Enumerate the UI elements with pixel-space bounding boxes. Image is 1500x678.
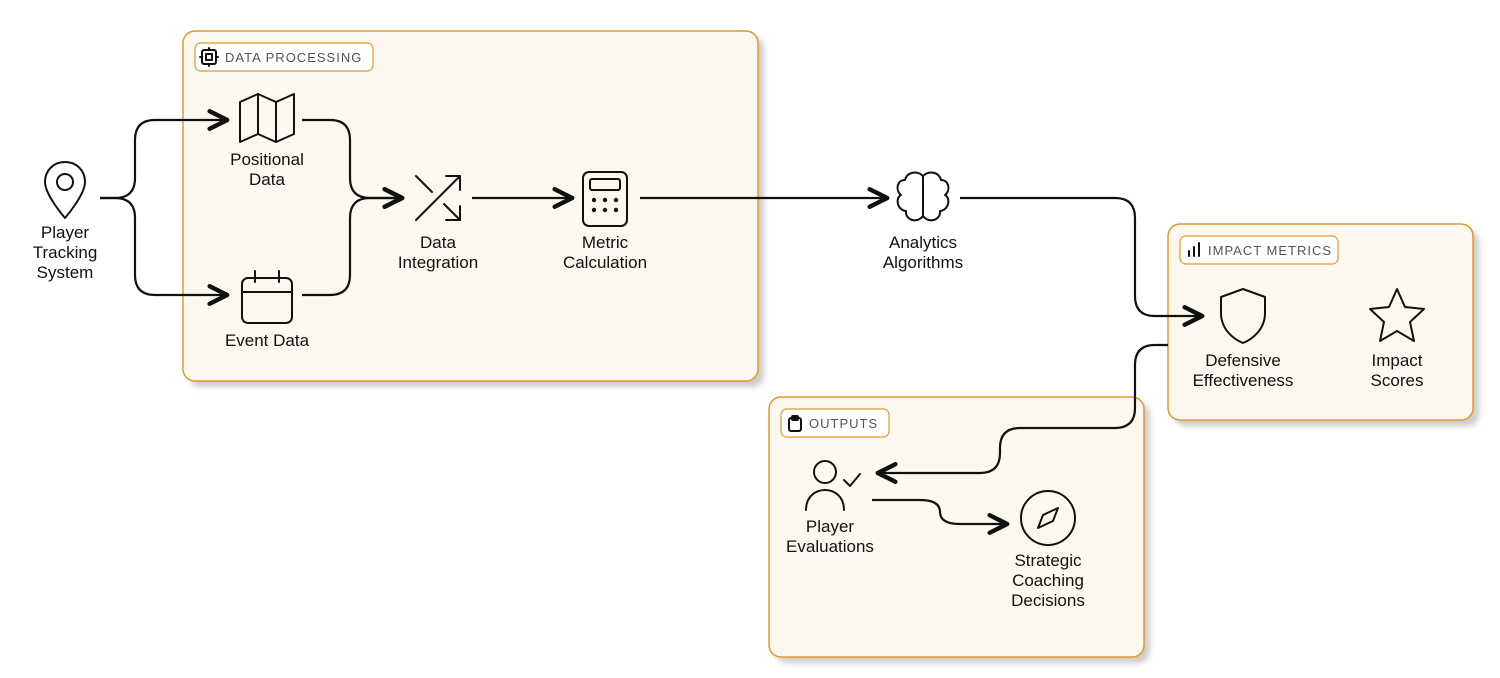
map-pin-icon xyxy=(45,162,85,218)
svg-text:Scores: Scores xyxy=(1371,371,1424,390)
svg-text:Tracking: Tracking xyxy=(33,243,98,262)
group-impact-metrics-title: IMPACT METRICS xyxy=(1208,243,1332,258)
group-data-processing-title: DATA PROCESSING xyxy=(225,50,362,65)
node-player-tracking-system: Player Tracking System xyxy=(33,162,98,282)
svg-text:Calculation: Calculation xyxy=(563,253,647,272)
svg-text:Data: Data xyxy=(420,233,456,252)
svg-text:Impact: Impact xyxy=(1371,351,1422,370)
edge-analytics-to-defensive xyxy=(960,198,1200,316)
group-data-processing xyxy=(183,31,758,381)
svg-text:System: System xyxy=(37,263,94,282)
node-analytics-algorithms: Analytics Algorithms xyxy=(883,173,963,272)
svg-text:Event Data: Event Data xyxy=(225,331,310,350)
svg-text:Effectiveness: Effectiveness xyxy=(1193,371,1294,390)
svg-text:Player: Player xyxy=(41,223,90,242)
svg-text:Coaching: Coaching xyxy=(1012,571,1084,590)
svg-text:Algorithms: Algorithms xyxy=(883,253,963,272)
group-outputs-title: OUTPUTS xyxy=(809,416,878,431)
svg-text:Metric: Metric xyxy=(582,233,629,252)
svg-text:Integration: Integration xyxy=(398,253,478,272)
svg-text:Strategic: Strategic xyxy=(1014,551,1082,570)
svg-text:Decisions: Decisions xyxy=(1011,591,1085,610)
svg-text:Defensive: Defensive xyxy=(1205,351,1281,370)
svg-text:Analytics: Analytics xyxy=(889,233,957,252)
svg-text:Player: Player xyxy=(806,517,855,536)
svg-text:Positional: Positional xyxy=(230,150,304,169)
svg-text:Evaluations: Evaluations xyxy=(786,537,874,556)
svg-text:Data: Data xyxy=(249,170,285,189)
brain-icon xyxy=(898,173,949,221)
